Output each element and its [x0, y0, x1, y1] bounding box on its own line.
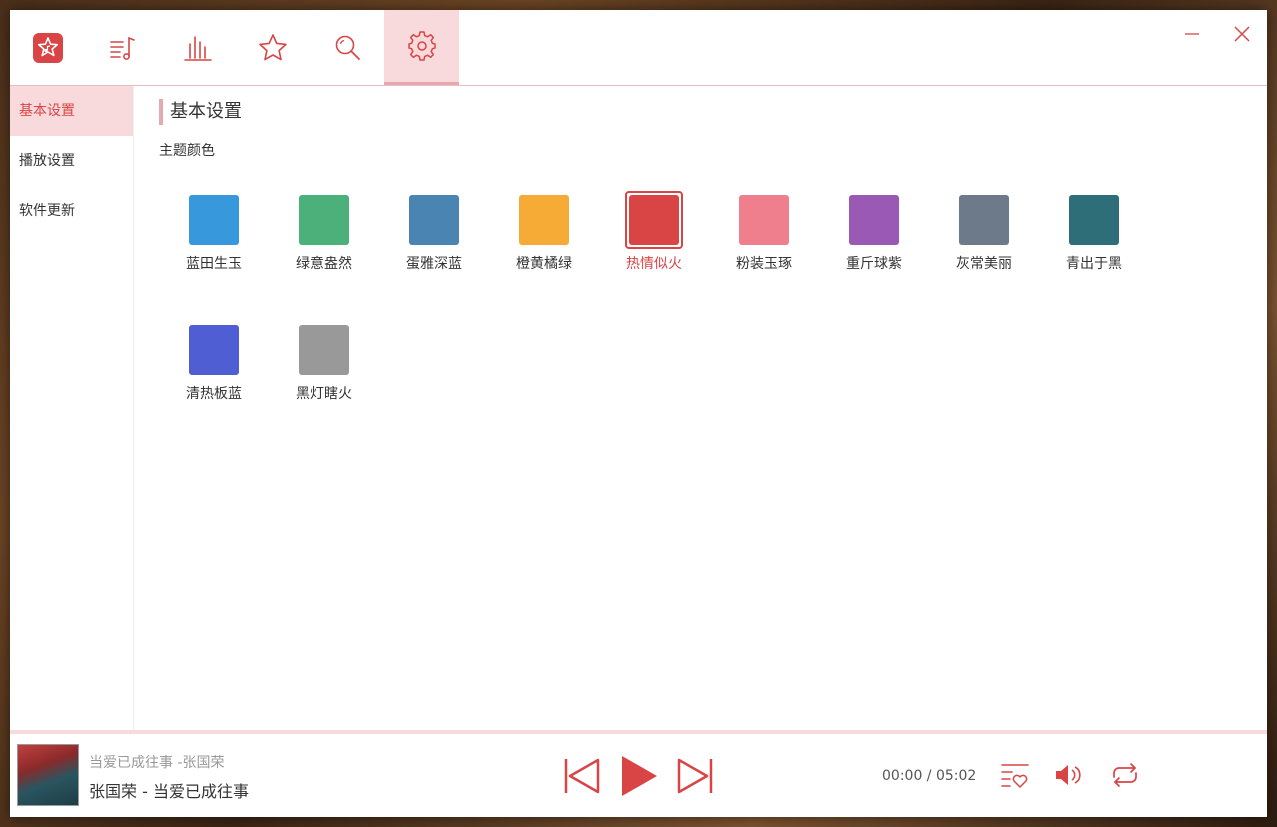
close-icon[interactable] [1230, 22, 1254, 46]
theme-swatch-frame [735, 191, 793, 249]
theme-swatch [299, 195, 349, 245]
nav-playlist[interactable] [85, 10, 160, 85]
theme-name: 热情似火 [626, 256, 682, 272]
theme-swatch [629, 195, 679, 245]
play-icon[interactable] [619, 754, 659, 798]
theme-name: 重斤球紫 [846, 256, 902, 272]
theme-name: 橙黄橘绿 [516, 256, 572, 272]
theme-option[interactable]: 绿意盎然 [279, 191, 369, 273]
theme-swatch-frame [185, 321, 243, 379]
theme-option[interactable]: 青出于黑 [1049, 191, 1139, 273]
time-display: 00:00 / 05:02 [882, 768, 976, 784]
previous-track-icon[interactable] [562, 756, 602, 796]
page-title: 基本设置 [159, 99, 242, 125]
theme-option[interactable]: 热情似火 [609, 191, 699, 273]
theme-option[interactable]: 蛋雅深蓝 [389, 191, 479, 273]
sidebar-item-update[interactable]: 软件更新 [10, 186, 133, 236]
nav-favorites[interactable] [235, 10, 310, 85]
song-title: 张国荣 - 当爱已成往事 [89, 782, 249, 801]
playlist-icon [109, 36, 135, 60]
gear-icon [407, 31, 436, 61]
settings-content: 基本设置 主题颜色 蓝田生玉 绿意盎然 蛋雅深蓝 橙黄橘绿 热情似火 粉装玉琢 重斤球紫 灰常… [134, 86, 1267, 730]
volume-icon[interactable] [1053, 760, 1083, 790]
theme-swatch-frame [625, 191, 683, 249]
time-separator: / [922, 768, 936, 784]
settings-sidebar: 基本设置 播放设置 软件更新 [10, 86, 134, 730]
theme-option[interactable]: 灰常美丽 [939, 191, 1029, 273]
minimize-icon[interactable] [1180, 22, 1204, 46]
app-window: 基本设置 播放设置 软件更新 基本设置 主题颜色 蓝田生玉 绿意盎然 蛋雅深蓝 橙黄橘… [10, 10, 1267, 817]
sidebar-item-playback[interactable]: 播放设置 [10, 136, 133, 186]
theme-swatch [189, 325, 239, 375]
nav-settings[interactable] [384, 10, 459, 85]
theme-swatch [519, 195, 569, 245]
theme-swatch [959, 195, 1009, 245]
music-star-logo-icon [32, 32, 63, 63]
search-icon [335, 35, 360, 60]
theme-option[interactable]: 蓝田生玉 [169, 191, 259, 273]
sidebar-item-basic[interactable]: 基本设置 [10, 86, 133, 136]
theme-swatch-frame [955, 191, 1013, 249]
nav-charts[interactable] [160, 10, 235, 85]
theme-swatch [189, 195, 239, 245]
theme-name: 蛋雅深蓝 [406, 256, 462, 272]
next-track-icon[interactable] [675, 756, 715, 796]
theme-name: 青出于黑 [1066, 256, 1122, 272]
total-time: 05:02 [935, 768, 977, 784]
chart-bars-icon [183, 35, 212, 61]
nav-home-logo[interactable] [10, 10, 85, 85]
theme-swatch-frame [515, 191, 573, 249]
theme-swatch [1069, 195, 1119, 245]
theme-swatch-frame [1065, 191, 1123, 249]
theme-option[interactable]: 橙黄橘绿 [499, 191, 589, 273]
theme-swatch [299, 325, 349, 375]
theme-swatch-frame [405, 191, 463, 249]
playlist-favorite-icon[interactable] [1000, 762, 1030, 790]
star-icon [258, 33, 287, 60]
theme-name: 清热板蓝 [186, 386, 242, 402]
theme-name: 粉装玉琢 [736, 256, 792, 272]
theme-swatch-frame [295, 191, 353, 249]
current-time: 00:00 [882, 768, 923, 784]
album-cover[interactable] [17, 744, 79, 806]
theme-option[interactable]: 粉装玉琢 [719, 191, 809, 273]
theme-option[interactable]: 清热板蓝 [169, 321, 259, 403]
theme-name: 蓝田生玉 [186, 256, 242, 272]
song-subtitle: 当爱已成往事 -张国荣 [89, 755, 225, 771]
theme-color-label: 主题颜色 [159, 143, 215, 159]
theme-option[interactable]: 重斤球紫 [829, 191, 919, 273]
theme-option[interactable]: 黑灯瞎火 [279, 321, 369, 403]
theme-name: 黑灯瞎火 [296, 386, 352, 402]
theme-name: 灰常美丽 [956, 256, 1012, 272]
top-nav-bar [10, 10, 1267, 86]
theme-swatch-frame [185, 191, 243, 249]
player-bar: 当爱已成往事 -张国荣 张国荣 - 当爱已成往事 00:00 / 05:02 [10, 734, 1267, 817]
theme-swatch-frame [845, 191, 903, 249]
repeat-icon[interactable] [1109, 760, 1141, 790]
theme-swatch [849, 195, 899, 245]
theme-swatch-frame [295, 321, 353, 379]
theme-swatch [739, 195, 789, 245]
theme-swatch [409, 195, 459, 245]
theme-name: 绿意盎然 [296, 256, 352, 272]
nav-search[interactable] [310, 10, 385, 85]
